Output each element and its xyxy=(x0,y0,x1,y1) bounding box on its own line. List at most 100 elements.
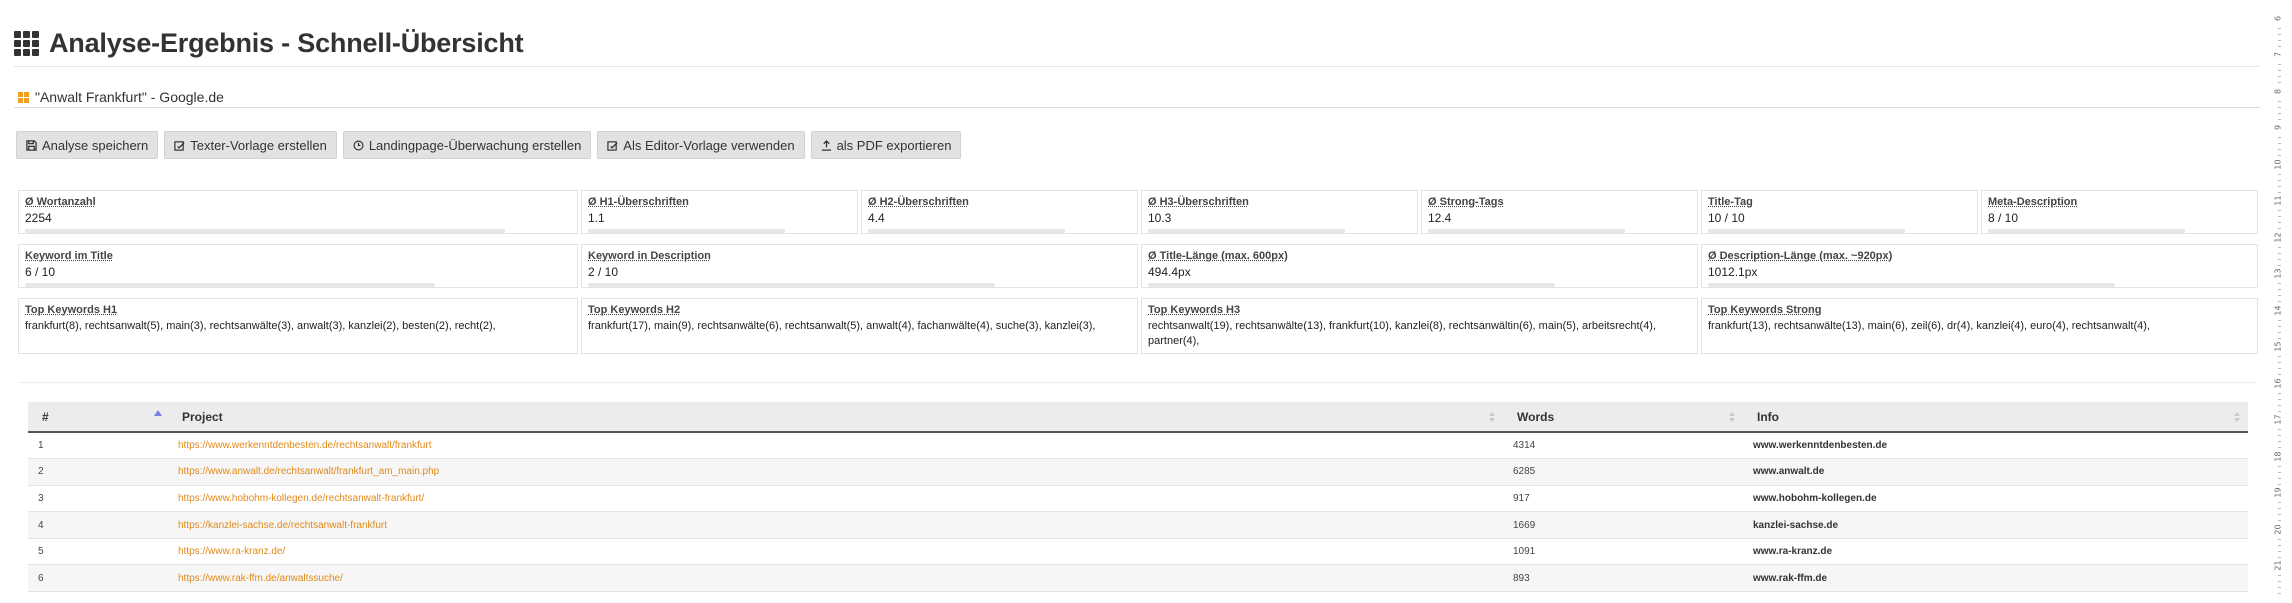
ruler-tick xyxy=(2278,392,2281,394)
stat-label: Title-Tag xyxy=(1708,196,1753,208)
stat-avg-h2: Ø H2-Überschriften 4.4 xyxy=(861,190,1138,234)
save-analysis-button[interactable]: Analyse speichern xyxy=(16,131,159,159)
ruler-tick xyxy=(2278,325,2281,327)
export-icon xyxy=(821,139,831,151)
ruler-tick xyxy=(2278,404,2281,406)
divider xyxy=(18,382,2256,383)
ruler-tick xyxy=(2278,246,2281,248)
ruler-tick xyxy=(2278,283,2281,285)
column-header-project[interactable]: Project xyxy=(168,402,1503,433)
project-link[interactable]: https://kanzlei-sachse.de/rechtsanwalt-f… xyxy=(168,511,1503,539)
ruler-tick xyxy=(2278,149,2281,151)
table-row: 5 https://www.ra-kranz.de/ 1091 www.ra-k… xyxy=(28,538,2248,566)
ruler-tick xyxy=(2278,587,2281,589)
column-header-words[interactable]: Words xyxy=(1503,402,1743,433)
stat-keyword-in-description: Keyword in Description 2 / 10 xyxy=(581,244,1138,288)
word-count: 6285 xyxy=(1503,458,1743,486)
ruler-tick xyxy=(2278,514,2281,516)
top-keywords-h3: Top Keywords H3 rechtsanwalt(19), rechts… xyxy=(1141,298,1698,354)
ruler-tick xyxy=(2278,112,2281,114)
word-count: 893 xyxy=(1503,564,1743,593)
ruler-tick xyxy=(2278,185,2281,187)
clock-icon xyxy=(353,140,364,150)
ruler-tick xyxy=(2278,34,2281,35)
stat-label: Ø H2-Überschriften xyxy=(868,196,969,208)
stat-label: Meta-Description xyxy=(1988,196,2078,208)
results-table: # Project Words Info 1 https://www.werke… xyxy=(28,402,2248,593)
column-header-info[interactable]: Info xyxy=(1743,402,2248,433)
ruler-tick xyxy=(2278,544,2281,546)
stat-value: 10.3 xyxy=(1148,211,1172,225)
create-writer-template-button[interactable]: Texter-Vorlage erstellen xyxy=(164,131,337,159)
stat-value: 2 / 10 xyxy=(588,265,619,279)
stat-title-tag: Title-Tag 10 / 10 xyxy=(1701,190,1978,234)
ruler-tick xyxy=(2278,289,2281,291)
stat-bar xyxy=(1148,229,1345,233)
column-header-number[interactable]: # xyxy=(28,402,168,433)
edit-icon xyxy=(174,140,185,151)
keywords-value: frankfurt(13), rechtsanwälte(13), main(6… xyxy=(1708,320,2150,332)
stat-label: Ø H1-Überschriften xyxy=(588,196,689,208)
create-landingpage-monitor-button[interactable]: Landingpage-Überwachung erstellen xyxy=(342,131,592,159)
row-number: 4 xyxy=(28,511,168,539)
ruler-number: 9 xyxy=(2273,125,2283,131)
ruler-tick xyxy=(2278,216,2281,218)
stat-label: Ø H3-Überschriften xyxy=(1148,196,1249,208)
ruler-tick xyxy=(2278,502,2281,504)
ruler-number: 16 xyxy=(2273,378,2283,389)
stat-bar xyxy=(1988,229,2185,233)
keywords-value: frankfurt(8), rechtsanwalt(5), main(3), … xyxy=(25,320,496,332)
stat-value: 1012.1px xyxy=(1708,265,1758,279)
stat-value: 494.4px xyxy=(1148,265,1191,279)
stat-value: 8 / 10 xyxy=(1988,211,2019,225)
ruler-tick xyxy=(2278,356,2281,358)
domain-info: www.rak-ffm.de xyxy=(1743,564,2248,593)
keywords-value: frankfurt(17), main(9), rechtsanwälte(6)… xyxy=(588,320,1096,332)
sort-icon xyxy=(2234,412,2240,422)
project-link[interactable]: https://www.rak-ffm.de/anwaltssuche/ xyxy=(168,564,1503,593)
project-link[interactable]: https://www.hobohm-kollegen.de/rechtsanw… xyxy=(168,485,1503,513)
page-ruler: 6 7 8 9 10 11 12 13 14 15 16 17 18 19 20 21 xyxy=(2270,0,2292,603)
ruler-number: 17 xyxy=(2273,414,2283,425)
stat-label: Ø Strong-Tags xyxy=(1428,196,1504,208)
export-pdf-label: als PDF exportieren xyxy=(836,137,952,153)
stat-avg-strong: Ø Strong-Tags 12.4 xyxy=(1421,190,1698,234)
word-count: 4314 xyxy=(1503,432,1743,460)
word-count: 1091 xyxy=(1503,538,1743,566)
keywords-label: Top Keywords Strong xyxy=(1708,304,1822,316)
table-row: 6 https://www.rak-ffm.de/anwaltssuche/ 8… xyxy=(28,564,2248,593)
project-link[interactable]: https://www.ra-kranz.de/ xyxy=(168,538,1503,566)
keywords-row: Top Keywords H1 frankfurt(8), rechtsanwa… xyxy=(18,298,2258,354)
ruler-tick xyxy=(2278,40,2281,41)
top-keywords-h1: Top Keywords H1 frankfurt(8), rechtsanwa… xyxy=(18,298,578,354)
ruler-tick xyxy=(2278,106,2281,108)
row-number: 2 xyxy=(28,458,168,486)
use-as-editor-template-button[interactable]: Als Editor-Vorlage verwenden xyxy=(597,131,805,159)
divider xyxy=(14,66,2260,67)
ruler-number: 15 xyxy=(2273,341,2283,352)
subtitle-row: "Anwalt Frankfurt" - Google.de xyxy=(18,89,224,105)
ruler-number: 10 xyxy=(2273,159,2283,170)
use-as-editor-template-label: Als Editor-Vorlage verwenden xyxy=(623,137,795,153)
ruler-tick xyxy=(2278,222,2281,224)
stat-bar xyxy=(868,229,1065,233)
project-link[interactable]: https://www.werkenntdenbesten.de/rechtsa… xyxy=(168,432,1503,460)
project-link[interactable]: https://www.anwalt.de/rechtsanwalt/frank… xyxy=(168,458,1503,486)
table-row: 2 https://www.anwalt.de/rechtsanwalt/fra… xyxy=(28,458,2248,486)
analysis-subtitle: "Anwalt Frankfurt" - Google.de xyxy=(35,89,224,105)
stat-bar xyxy=(588,283,995,287)
stat-avg-h1: Ø H1-Überschriften 1.1 xyxy=(581,190,858,234)
keywords-value: rechtsanwalt(19), rechtsanwälte(13), fra… xyxy=(1148,320,1657,347)
row-number: 5 xyxy=(28,538,168,566)
export-pdf-button[interactable]: als PDF exportieren xyxy=(810,131,962,159)
sort-icon xyxy=(1729,412,1735,422)
toolbar: Analyse speichern Texter-Vorlage erstell… xyxy=(16,131,962,159)
create-writer-template-label: Texter-Vorlage erstellen xyxy=(190,137,327,153)
row-number: 3 xyxy=(28,485,168,513)
ruler-tick xyxy=(2278,252,2281,254)
grid-icon xyxy=(14,31,39,56)
ruler-tick xyxy=(2278,258,2281,260)
domain-info: www.werkenntdenbesten.de xyxy=(1743,432,2248,460)
table-header-row: # Project Words Info xyxy=(28,402,2248,433)
table-row: 3 https://www.hobohm-kollegen.de/rechtsa… xyxy=(28,485,2248,513)
